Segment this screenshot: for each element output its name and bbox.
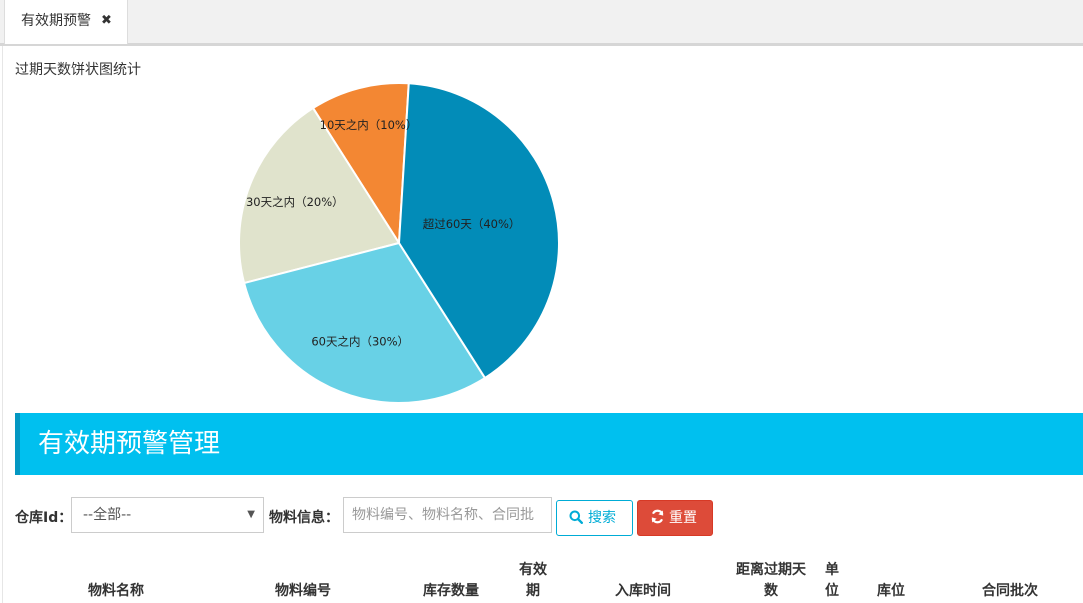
close-icon[interactable]: ✖ — [101, 0, 112, 42]
column-header-days-to-expiry-line1[interactable]: 距离过期天 — [723, 560, 819, 581]
chevron-down-icon: ▼ — [247, 509, 255, 520]
tab-validity-warning[interactable]: 有效期预警 ✖ — [4, 0, 128, 44]
reset-button[interactable]: 重置 — [637, 500, 713, 536]
panel-title: 有效期预警管理 — [38, 429, 221, 459]
material-label: 物料信息： — [269, 510, 339, 526]
pie-chart: 10天之内（10%） 30天之内（20%） 60天之内（30%） 超过60天（40%） — [238, 82, 560, 404]
search-button-label: 搜索 — [588, 510, 616, 526]
column-header-stock-quantity[interactable]: 库存数量 — [403, 581, 499, 602]
panel-header: 有效期预警管理 — [15, 413, 1083, 475]
column-header-validity-line1[interactable]: 有效 — [503, 560, 563, 581]
column-header-location[interactable]: 库位 — [861, 581, 921, 602]
main-content: 过期天数饼状图统计 10天之内（10%） 30天之内（20%） 60天之内（30%）… — [2, 46, 1083, 603]
reset-button-label: 重置 — [669, 510, 697, 526]
column-header-unit-line1[interactable]: 单 — [817, 560, 847, 581]
column-header-inbound-time[interactable]: 入库时间 — [588, 581, 698, 602]
column-header-material-code[interactable]: 物料编号 — [248, 581, 358, 602]
search-button[interactable]: 搜索 — [556, 500, 633, 536]
column-header-unit-line2[interactable]: 位 — [817, 581, 847, 602]
pie-slice-label-1: 10天之内（10%） — [320, 118, 418, 132]
column-header-contract-batch[interactable]: 合同批次 — [958, 581, 1062, 602]
column-header-validity-line2[interactable]: 期 — [503, 581, 563, 602]
column-header-material-name[interactable]: 物料名称 — [61, 581, 171, 602]
refresh-icon — [650, 501, 665, 535]
column-header-days-to-expiry-line2[interactable]: 数 — [723, 581, 819, 602]
search-icon — [569, 501, 584, 535]
material-search-input[interactable] — [343, 497, 552, 533]
tab-bar: 有效期预警 ✖ — [0, 0, 1083, 46]
pie-slice-label-3: 60天之内（30%） — [311, 335, 409, 349]
tab-label[interactable]: 有效期预警 — [21, 0, 91, 42]
pie-slice-label-2: 30天之内（20%） — [246, 195, 344, 209]
warehouse-select[interactable]: --全部-- ▼ — [71, 497, 264, 533]
pie-slice-label-4: 超过60天（40%） — [423, 217, 521, 231]
warehouse-label: 仓库Id： — [15, 510, 73, 526]
warehouse-select-value: --全部-- — [83, 507, 132, 523]
